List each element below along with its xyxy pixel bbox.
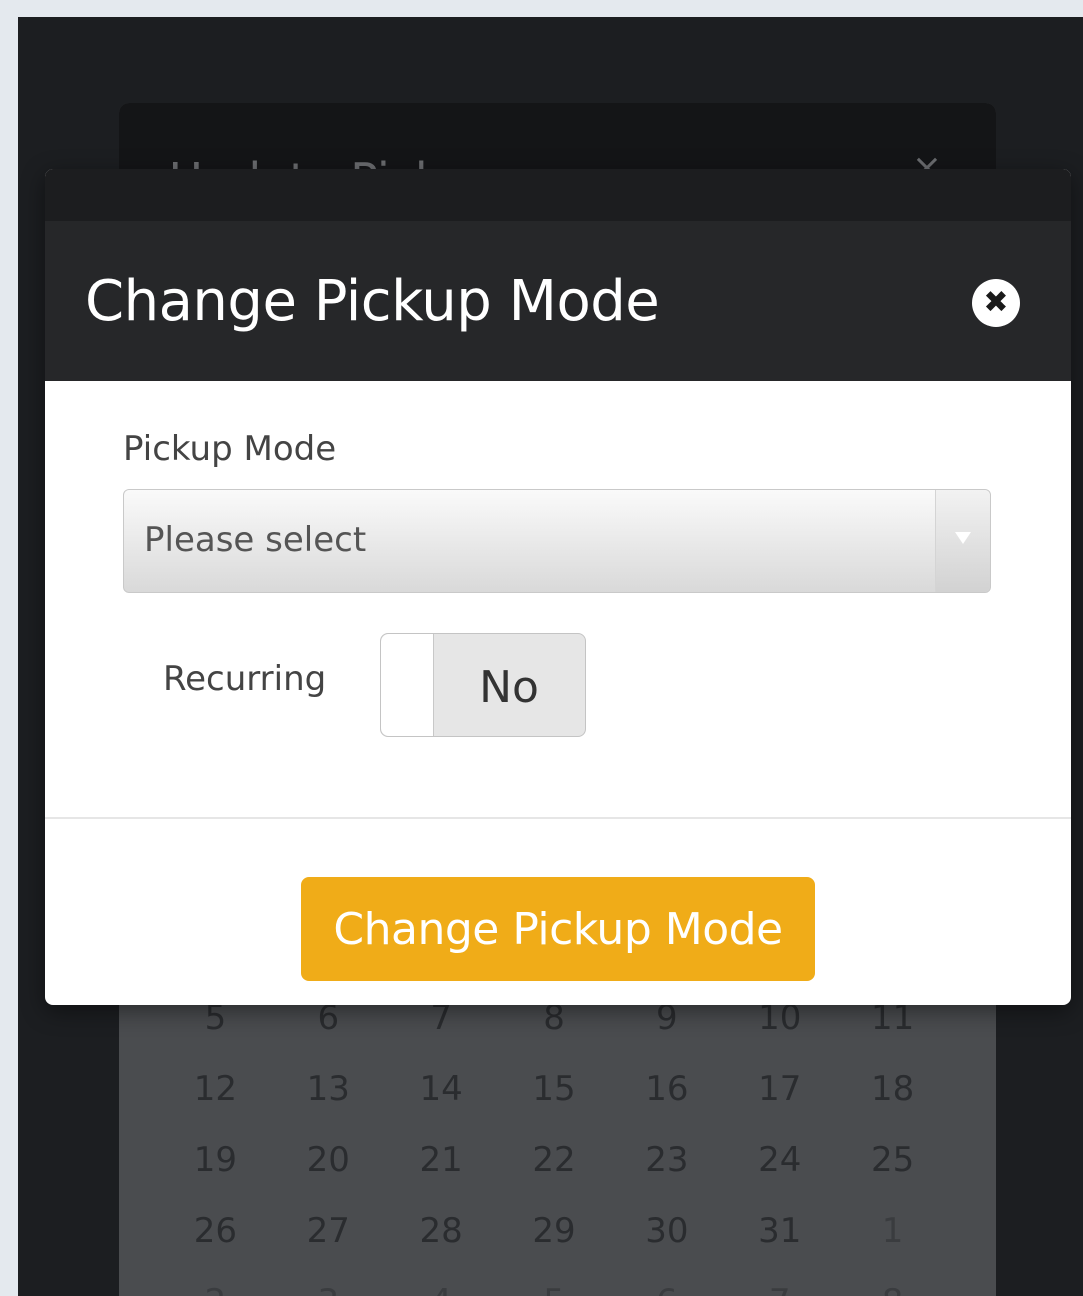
calendar-day[interactable]: 4 [385, 1267, 498, 1296]
change-pickup-mode-modal: Change Pickup Mode ✖ Pickup Mode Please … [45, 169, 1071, 1005]
calendar-day[interactable]: 29 [498, 1196, 611, 1267]
calendar-day[interactable]: 15 [498, 1054, 611, 1125]
calendar-day[interactable]: 26 [159, 1196, 272, 1267]
calendar-day[interactable]: 2 [159, 1267, 272, 1296]
change-pickup-mode-button[interactable]: Change Pickup Mode [301, 877, 815, 981]
pickup-mode-selected-value: Please select [144, 520, 367, 560]
calendar-week: 2 3 4 5 6 7 8 [159, 1267, 949, 1296]
calendar-day[interactable]: 23 [610, 1125, 723, 1196]
calendar-week: 12 13 14 15 16 17 18 [159, 1054, 949, 1125]
calendar-day[interactable]: 27 [272, 1196, 385, 1267]
recurring-label: Recurring [163, 659, 327, 699]
calendar-day[interactable]: 8 [836, 1267, 949, 1296]
close-icon[interactable]: ✖ [972, 279, 1020, 327]
calendar-day[interactable]: 3 [272, 1267, 385, 1296]
recurring-toggle-value: No [479, 662, 539, 713]
calendar-day[interactable]: 24 [723, 1125, 836, 1196]
chevron-down-icon [955, 532, 971, 544]
calendar-day[interactable]: 19 [159, 1125, 272, 1196]
calendar-day[interactable]: 16 [610, 1054, 723, 1125]
calendar-day[interactable]: 6 [610, 1267, 723, 1296]
calendar-day[interactable]: 13 [272, 1054, 385, 1125]
calendar-day[interactable]: 5 [498, 1267, 611, 1296]
calendar-day[interactable]: 22 [498, 1125, 611, 1196]
calendar-grid: 5 6 7 8 9 10 11 12 13 14 15 16 17 18 19 … [159, 983, 949, 1296]
calendar-day[interactable]: 12 [159, 1054, 272, 1125]
calendar-day[interactable]: 7 [723, 1267, 836, 1296]
modal-title: Change Pickup Mode [85, 269, 660, 334]
modal-footer: Change Pickup Mode [45, 819, 1071, 1005]
calendar-week: 26 27 28 29 30 31 1 [159, 1196, 949, 1267]
recurring-toggle[interactable]: No [380, 633, 586, 737]
calendar-day[interactable]: 1 [836, 1196, 949, 1267]
modal-body: Pickup Mode Please select Recurring No [45, 381, 1071, 819]
calendar-day[interactable]: 18 [836, 1054, 949, 1125]
app-viewport: Update Pickup × 5 6 7 8 9 10 11 12 13 14… [18, 17, 1083, 1296]
close-glyph: ✖ [983, 285, 1009, 320]
calendar-day[interactable]: 31 [723, 1196, 836, 1267]
modal-header: Change Pickup Mode ✖ [45, 169, 1071, 381]
toggle-knob[interactable] [381, 634, 434, 736]
calendar-day[interactable]: 14 [385, 1054, 498, 1125]
calendar-day[interactable]: 17 [723, 1054, 836, 1125]
select-arrow-button[interactable] [935, 490, 990, 592]
pickup-mode-label: Pickup Mode [123, 429, 337, 469]
calendar-week: 19 20 21 22 23 24 25 [159, 1125, 949, 1196]
calendar-day[interactable]: 30 [610, 1196, 723, 1267]
calendar-day[interactable]: 25 [836, 1125, 949, 1196]
calendar-day[interactable]: 28 [385, 1196, 498, 1267]
calendar-day[interactable]: 21 [385, 1125, 498, 1196]
pickup-mode-select[interactable]: Please select [123, 489, 991, 593]
calendar-day[interactable]: 20 [272, 1125, 385, 1196]
